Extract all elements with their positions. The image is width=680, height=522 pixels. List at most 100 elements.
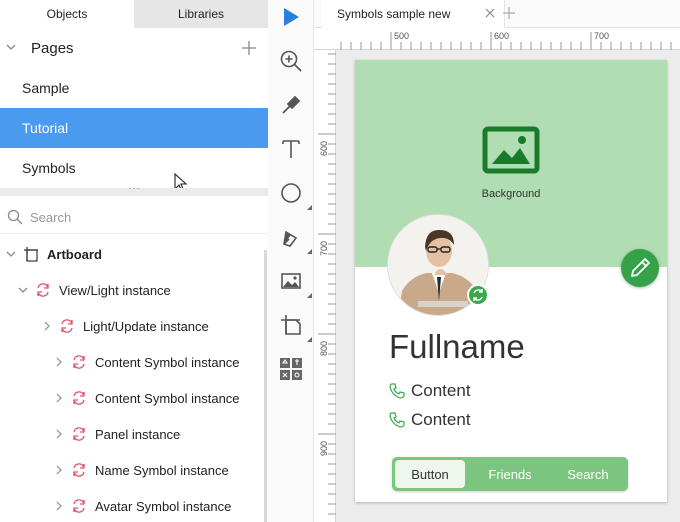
- submenu-indicator-icon: [307, 205, 312, 210]
- layer-label: Artboard: [47, 246, 102, 262]
- ruler-label: 600: [494, 31, 510, 41]
- components-icon: [280, 358, 302, 380]
- layer-artboard[interactable]: Artboard: [5, 236, 102, 272]
- page-item-symbols[interactable]: Symbols: [0, 148, 268, 188]
- search-input[interactable]: [30, 206, 250, 228]
- artboard-tool[interactable]: [278, 312, 312, 342]
- text-icon: [282, 140, 300, 158]
- chevron-right-icon[interactable]: [53, 356, 65, 368]
- layer-label: Panel instance: [95, 426, 181, 442]
- artboard[interactable]: Background Fullname Content Content Butt…: [355, 60, 667, 502]
- artboard-icon: [281, 315, 301, 335]
- symbol-instance-icon: [73, 391, 85, 405]
- layer-search: [0, 200, 268, 234]
- update-badge[interactable]: [467, 284, 489, 306]
- shape-tool[interactable]: [278, 180, 312, 210]
- components-tool[interactable]: [278, 356, 304, 382]
- layer-label: Content Symbol instance: [95, 354, 240, 370]
- zoom-tool[interactable]: [278, 48, 304, 74]
- horizontal-ruler: 500 600 700: [314, 28, 680, 50]
- panel-splitter[interactable]: ···: [0, 183, 268, 196]
- layer-label: View/Light instance: [59, 282, 171, 298]
- circle-icon: [281, 183, 301, 203]
- layers-scrollbar[interactable]: [264, 250, 267, 522]
- pencil-icon: [631, 258, 650, 277]
- image-tool[interactable]: [278, 268, 312, 298]
- tab-objects[interactable]: Objects: [0, 0, 134, 28]
- layer-label: Content Symbol instance: [95, 390, 240, 406]
- splitter-grip-icon: ···: [128, 183, 141, 194]
- document-tab[interactable]: Symbols sample new: [322, 0, 505, 28]
- phone-icon: [389, 412, 405, 428]
- fullname-text: Fullname: [389, 328, 525, 365]
- submenu-indicator-icon: [307, 249, 312, 254]
- ruler-label: 700: [319, 240, 329, 256]
- image-placeholder-icon: [482, 126, 540, 174]
- content-row-2: Content: [389, 408, 471, 432]
- ruler-label: 600: [319, 140, 329, 156]
- eyedropper-icon: [282, 95, 301, 114]
- background-label: Background: [481, 188, 541, 200]
- pages-header-label: Pages: [31, 40, 74, 57]
- submenu-indicator-icon: [307, 337, 312, 342]
- new-tab-icon[interactable]: [502, 6, 516, 20]
- eyedropper-tool[interactable]: [278, 92, 304, 118]
- segment-friends[interactable]: Friends: [472, 460, 548, 488]
- chevron-down-icon[interactable]: [17, 284, 29, 296]
- chevron-right-icon[interactable]: [41, 320, 53, 332]
- tab-libraries[interactable]: Libraries: [134, 0, 268, 28]
- symbol-instance-icon: [37, 283, 49, 297]
- pointer-icon: [284, 8, 299, 26]
- content-text: Content: [411, 410, 471, 429]
- layer-name-symbol[interactable]: Name Symbol instance: [53, 452, 229, 488]
- chevron-down-icon[interactable]: [5, 41, 17, 53]
- layer-content-symbol-2[interactable]: Content Symbol instance: [53, 380, 240, 416]
- layer-label: Name Symbol instance: [95, 462, 229, 478]
- pages-header: Pages: [0, 34, 268, 64]
- layer-label: Light/Update instance: [83, 318, 209, 334]
- select-tool[interactable]: [278, 4, 304, 30]
- ruler-label: 700: [594, 31, 610, 41]
- add-page-icon[interactable]: [240, 39, 258, 57]
- content-text: Content: [411, 381, 471, 400]
- submenu-indicator-icon: [307, 293, 312, 298]
- segmented-control: Button Friends Search: [392, 457, 628, 491]
- design-canvas[interactable]: 500 600 700 600 700 800 900 Background F…: [314, 28, 680, 522]
- layer-label: Avatar Symbol instance: [95, 498, 232, 514]
- pen-tool[interactable]: [278, 224, 312, 254]
- chevron-right-icon[interactable]: [53, 464, 65, 476]
- ruler-label: 500: [394, 31, 410, 41]
- symbol-instance-icon: [61, 319, 73, 333]
- segment-search[interactable]: Search: [550, 460, 626, 488]
- chevron-right-icon[interactable]: [53, 392, 65, 404]
- document-tabs: Symbols sample new: [314, 0, 680, 28]
- chevron-down-icon[interactable]: [5, 248, 17, 260]
- close-icon[interactable]: [484, 7, 496, 19]
- symbol-instance-icon: [73, 427, 85, 441]
- layer-view-light[interactable]: View/Light instance: [17, 272, 171, 308]
- symbol-instance-icon: [73, 355, 85, 369]
- zoom-in-icon: [280, 50, 302, 72]
- layer-avatar-symbol[interactable]: Avatar Symbol instance: [53, 488, 231, 522]
- content-row-1: Content: [389, 379, 471, 403]
- page-item-tutorial[interactable]: Tutorial: [0, 108, 268, 148]
- tool-bar: [268, 0, 314, 522]
- layer-light-update[interactable]: Light/Update instance: [41, 308, 209, 344]
- text-tool[interactable]: [278, 136, 304, 162]
- chevron-right-icon[interactable]: [53, 428, 65, 440]
- layer-content-symbol-1[interactable]: Content Symbol instance: [53, 344, 240, 380]
- chevron-right-icon[interactable]: [53, 500, 65, 512]
- panel-tabs: Objects Libraries: [0, 0, 268, 28]
- left-panel: Objects Libraries Pages Sample Tutorial …: [0, 0, 268, 522]
- search-icon: [7, 209, 23, 225]
- pen-icon: [283, 230, 298, 247]
- image-icon: [281, 273, 301, 289]
- segment-button[interactable]: Button: [395, 460, 465, 488]
- refresh-icon: [473, 289, 483, 301]
- edit-button[interactable]: [621, 249, 659, 287]
- page-item-sample[interactable]: Sample: [0, 68, 268, 108]
- ruler-label: 800: [319, 340, 329, 356]
- document-tab-title: Symbols sample new: [337, 7, 451, 21]
- ruler-label: 900: [319, 440, 329, 456]
- layer-panel[interactable]: Panel instance: [53, 416, 180, 452]
